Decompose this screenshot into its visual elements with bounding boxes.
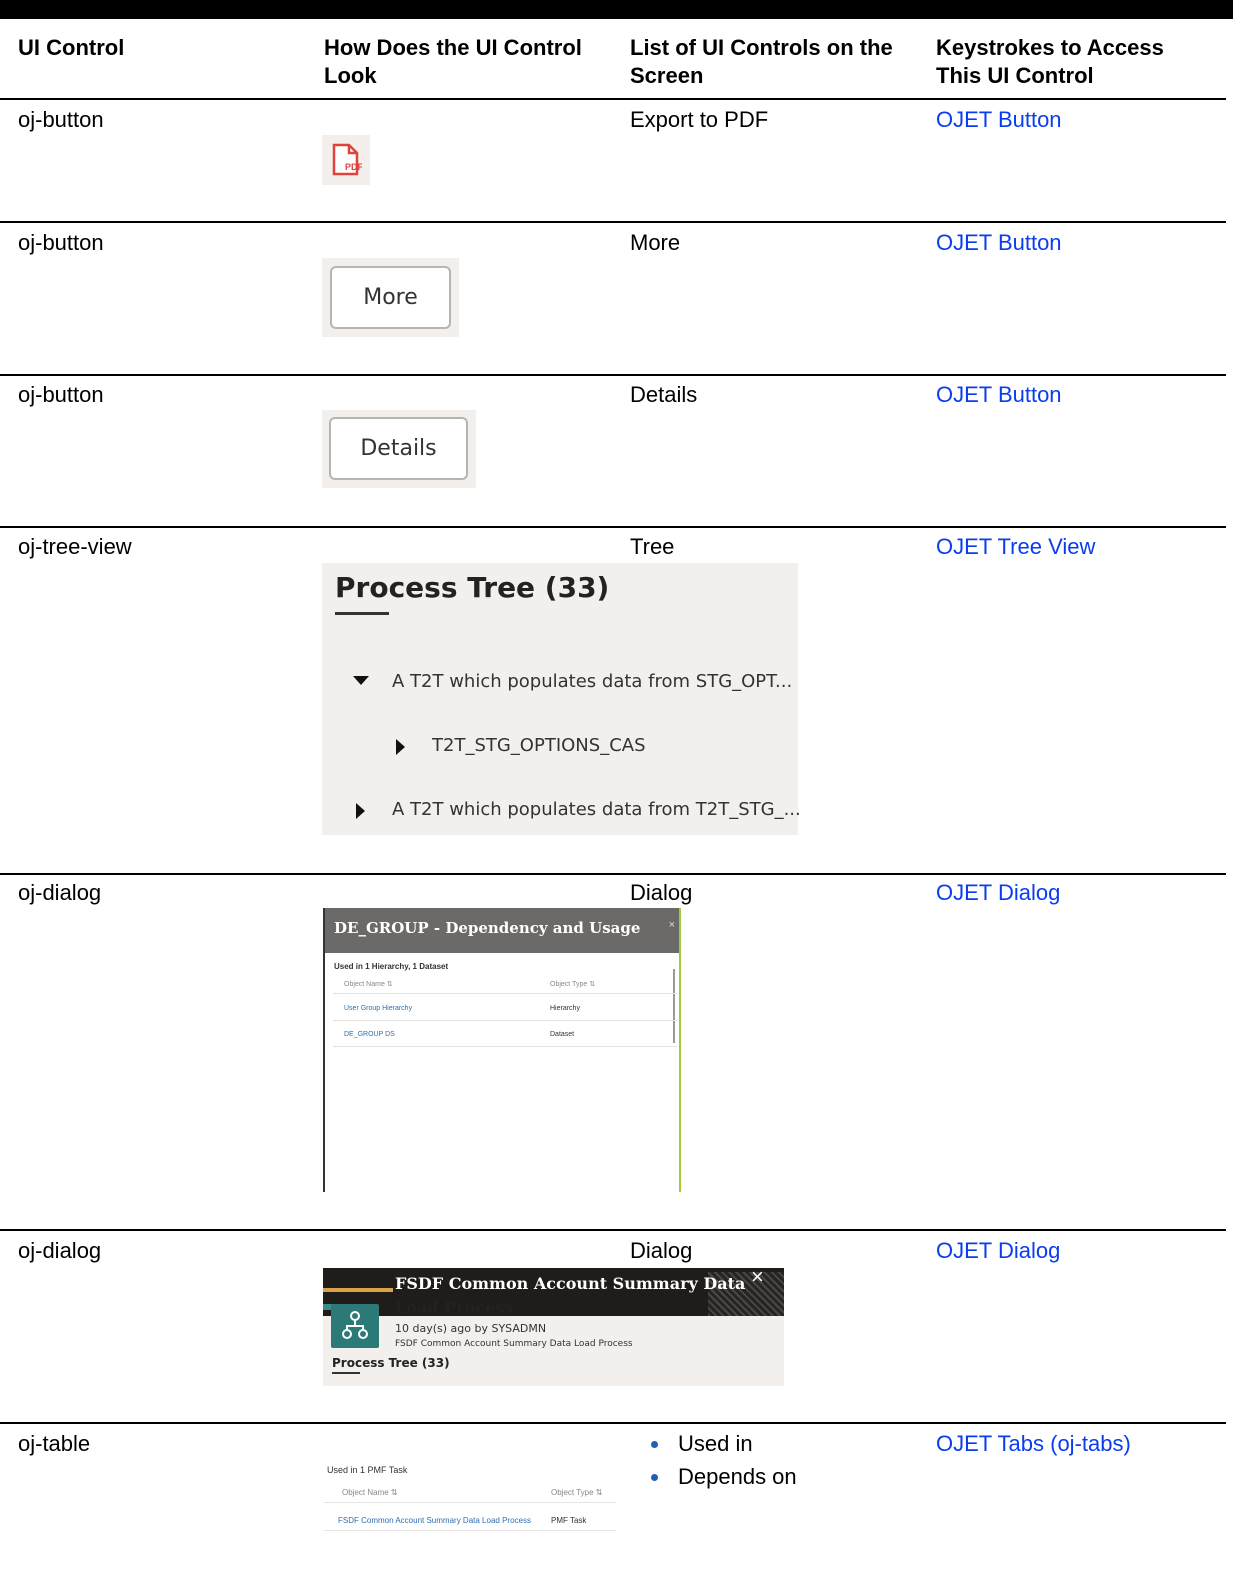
tree-label-underline — [332, 1372, 360, 1374]
banner-decoration — [323, 1288, 393, 1292]
row1-list: Export to PDF — [630, 107, 769, 132]
dialog-row-name: User Group Hierarchy — [344, 1005, 413, 1012]
row5-list: Dialog — [630, 880, 693, 905]
column-header-object-name: Object Name ⇅ — [342, 1488, 398, 1497]
tree-view-mockup: Process Tree (33) A T2T which populates … — [322, 563, 801, 835]
dialog-row-name: DE_GROUP DS — [344, 1031, 395, 1038]
scrollbar — [673, 969, 675, 1043]
dialog-banner: FSDF Common Account Summary Data × — [323, 1268, 784, 1316]
caret-down-icon — [353, 676, 369, 685]
table-mockup: Used in 1 PMF Task Object Name ⇅ Object … — [322, 1460, 617, 1536]
dialog-title: DE_GROUP - Dependency and Usage — [334, 919, 641, 937]
row1-control: oj-button — [18, 107, 104, 132]
row2-keystroke-link[interactable]: OJET Button — [936, 229, 1062, 257]
dialog-description: FSDF Common Account Summary Data Load Pr… — [395, 1339, 633, 1349]
dialog-mockup-dependency: DE_GROUP - Dependency and Usage × Used i… — [323, 908, 681, 1192]
row4-list: Tree — [630, 534, 675, 559]
sort-icon: ⇅ — [595, 1488, 603, 1497]
more-button-mockup: More — [330, 266, 451, 329]
tree-item: T2T_STG_OPTIONS_CAS — [432, 735, 646, 756]
divider — [333, 1020, 677, 1021]
sort-icon: ⇅ — [390, 1488, 398, 1497]
details-button-mockup: Details — [329, 417, 468, 480]
row1-rule — [0, 221, 1226, 223]
row2-control: oj-button — [18, 230, 104, 255]
dialog-row-type: Hierarchy — [550, 1005, 580, 1012]
row6-control: oj-dialog — [18, 1238, 102, 1263]
row3-list: Details — [630, 382, 698, 407]
row5-rule — [0, 1229, 1226, 1231]
column-header-object-name: Object Name ⇅ — [344, 981, 393, 988]
divider — [333, 1046, 677, 1047]
details-button-mockup-bg: Details — [322, 410, 476, 488]
row6-list: Dialog — [630, 1238, 693, 1263]
row5-keystroke-link[interactable]: OJET Dialog — [936, 879, 1060, 907]
divider — [333, 993, 677, 994]
dialog-title-line1: FSDF Common Account Summary Data — [395, 1274, 746, 1293]
row3-keystroke-link[interactable]: OJET Button — [936, 381, 1062, 409]
row2-list: More — [630, 230, 681, 255]
top-rule — [0, 0, 1233, 19]
caret-right-icon — [396, 739, 405, 755]
tree-title-underline — [335, 612, 389, 615]
divider — [324, 1502, 616, 1503]
dialog-header: DE_GROUP - Dependency and Usage × — [325, 908, 679, 953]
tree-item: A T2T which populates data from T2T_STG_… — [392, 799, 801, 820]
column-header-object-type: Object Type ⇅ — [551, 1488, 603, 1497]
row3-rule — [0, 526, 1226, 528]
divider — [324, 1530, 616, 1531]
header-rule — [0, 98, 1226, 100]
pdf-icon-mockup: PDF — [322, 135, 370, 185]
table-row-name: FSDF Common Account Summary Data Load Pr… — [338, 1516, 531, 1525]
sort-icon: ⇅ — [386, 981, 393, 988]
row4-keystroke-link[interactable]: OJET Tree View — [936, 533, 1095, 561]
header-keystrokes: Keystrokes to Access This UI Control — [936, 35, 1164, 88]
dialog-row-type: Dataset — [550, 1031, 575, 1038]
row7-list-item: Used in — [678, 1431, 753, 1456]
bullet-icon — [651, 1441, 658, 1448]
row4-control: oj-tree-view — [18, 534, 132, 559]
dialog-title-line2: Load Process — [395, 1298, 514, 1317]
dialog-meta: 10 day(s) ago by SYSADMN — [395, 1322, 547, 1335]
row4-rule — [0, 873, 1226, 875]
tree-item: A T2T which populates data from STG_OPT.… — [392, 671, 793, 692]
dialog-summary: Used in 1 Hierarchy, 1 Dataset — [334, 962, 449, 971]
header-list: List of UI Controls on the Screen — [630, 35, 893, 88]
row6-rule — [0, 1422, 1226, 1424]
table-row-type: PMF Task — [551, 1516, 587, 1525]
row7-list-item: Depends on — [678, 1464, 797, 1489]
dialog-tree-label: Process Tree (33) — [332, 1356, 450, 1370]
bullet-icon — [651, 1474, 658, 1481]
row3-control: oj-button — [18, 382, 104, 407]
row5-control: oj-dialog — [18, 880, 102, 905]
process-icon — [331, 1304, 379, 1348]
pdf-icon-label: PDF — [345, 162, 362, 172]
row7-control: oj-table — [18, 1431, 91, 1456]
header-ui-control: UI Control — [18, 35, 125, 60]
tree-title: Process Tree (33) — [335, 571, 610, 604]
pdf-file-icon: PDF — [332, 143, 362, 176]
close-icon: × — [751, 1268, 764, 1289]
header-look: How Does the UI Control Look — [324, 35, 582, 88]
column-header-object-type: Object Type ⇅ — [550, 981, 596, 988]
caret-right-icon — [356, 803, 365, 819]
dialog-mockup-process: FSDF Common Account Summary Data × Load … — [323, 1268, 784, 1386]
row2-rule — [0, 374, 1226, 376]
more-button-mockup-bg: More — [322, 258, 459, 337]
dialog-body: Used in 1 Hierarchy, 1 Dataset Object Na… — [325, 953, 679, 1192]
table-summary: Used in 1 PMF Task — [327, 1465, 408, 1475]
row1-keystroke-link[interactable]: OJET Button — [936, 106, 1062, 134]
sort-icon: ⇅ — [589, 981, 596, 988]
row7-keystroke-link[interactable]: OJET Tabs (oj-tabs) — [936, 1430, 1131, 1458]
close-icon: × — [668, 919, 675, 931]
row6-keystroke-link[interactable]: OJET Dialog — [936, 1237, 1060, 1265]
